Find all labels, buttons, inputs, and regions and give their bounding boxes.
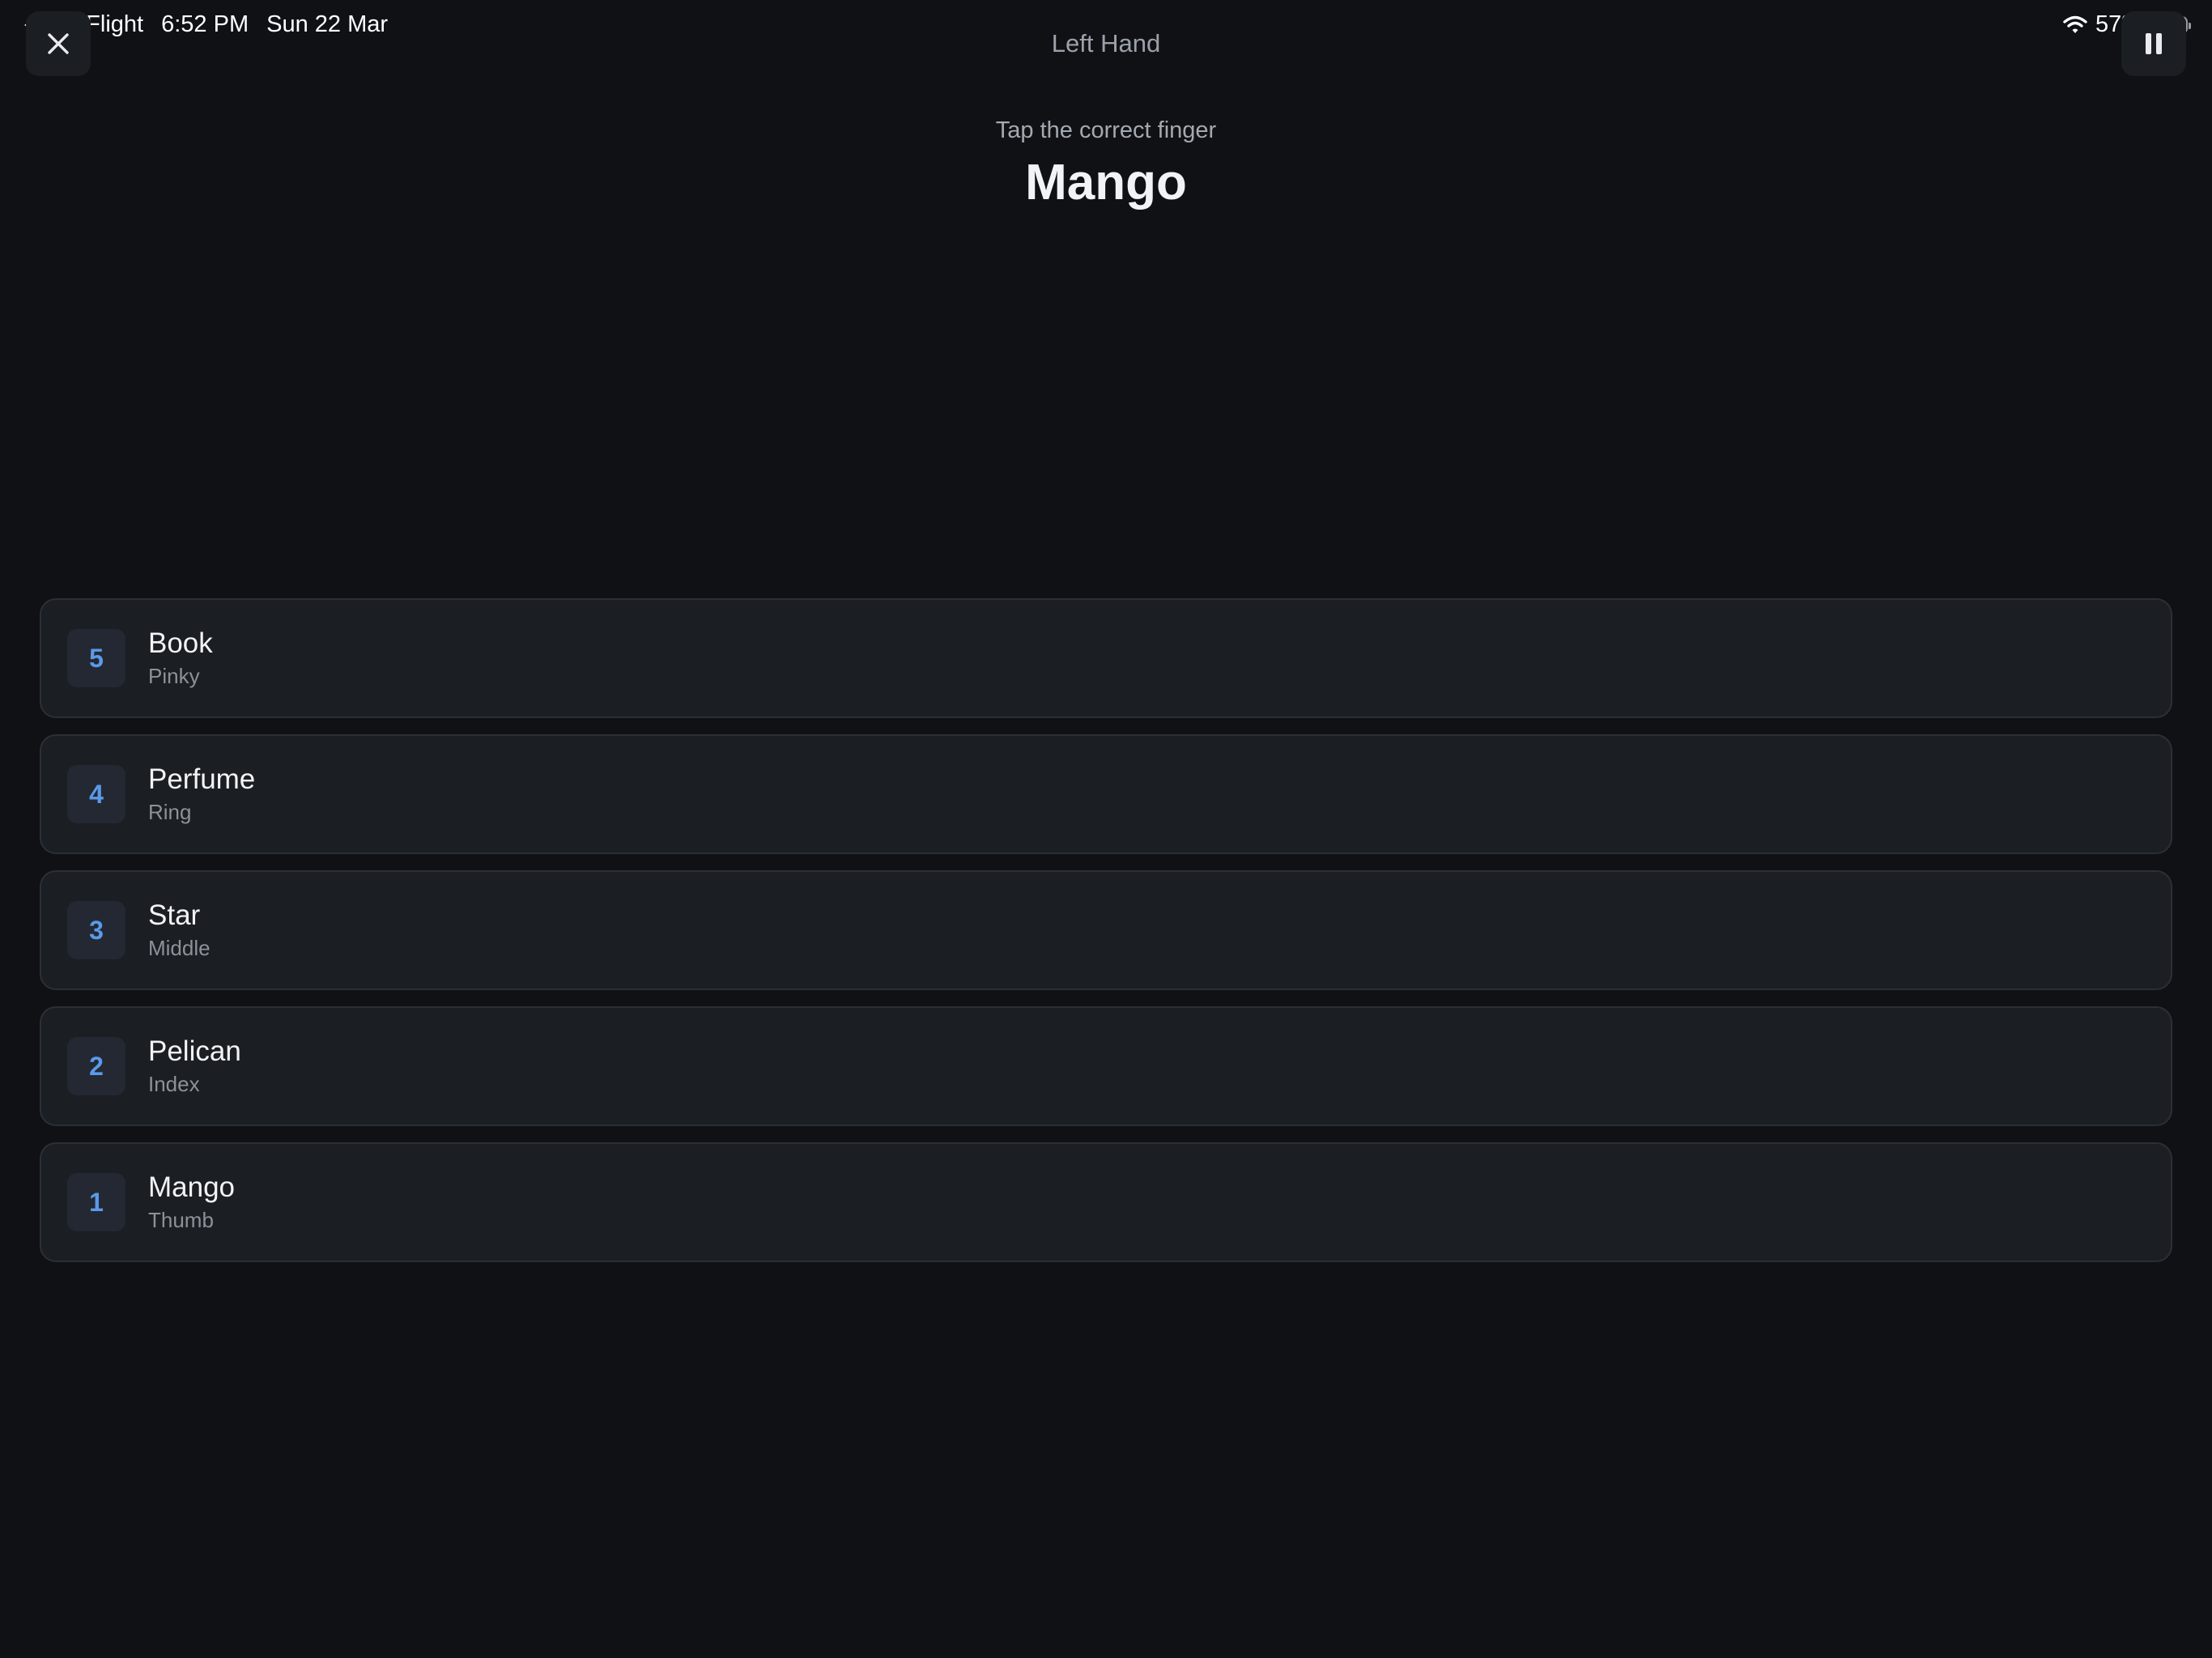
option-text: Pelican Index xyxy=(148,1035,241,1098)
finger-options-list: 5 Book Pinky 4 Perfume Ring 3 Star Middl… xyxy=(40,598,2172,1278)
option-number-badge: 5 xyxy=(67,629,125,687)
option-word: Perfume xyxy=(148,763,256,795)
option-finger-label: Middle xyxy=(148,936,211,960)
finger-option-index[interactable]: 2 Pelican Index xyxy=(40,1006,2172,1126)
option-word: Star xyxy=(148,899,201,931)
finger-option-pinky[interactable]: 5 Book Pinky xyxy=(40,598,2172,718)
option-word: Book xyxy=(148,627,213,659)
option-finger-label: Pinky xyxy=(148,664,200,688)
finger-option-middle[interactable]: 3 Star Middle xyxy=(40,870,2172,990)
option-text: Book Pinky xyxy=(148,627,213,690)
page-title: Left Hand xyxy=(1051,29,1161,57)
option-text: Perfume Ring xyxy=(148,763,255,826)
finger-option-thumb[interactable]: 1 Mango Thumb xyxy=(40,1142,2172,1262)
finger-option-ring[interactable]: 4 Perfume Ring xyxy=(40,734,2172,854)
option-finger-label: Index xyxy=(148,1072,200,1096)
option-word: Pelican xyxy=(148,1035,241,1067)
option-number-badge: 4 xyxy=(67,765,125,823)
option-number-badge: 2 xyxy=(67,1037,125,1095)
instruction-text: Tap the correct finger xyxy=(995,117,1217,143)
option-number-badge: 1 xyxy=(67,1173,125,1231)
target-word: Mango xyxy=(1025,155,1187,210)
option-number-badge: 3 xyxy=(67,901,125,959)
option-finger-label: Thumb xyxy=(148,1208,214,1232)
option-text: Mango Thumb xyxy=(148,1171,235,1234)
option-word: Mango xyxy=(148,1171,236,1203)
option-text: Star Middle xyxy=(148,899,211,962)
option-finger-label: Ring xyxy=(148,800,192,824)
